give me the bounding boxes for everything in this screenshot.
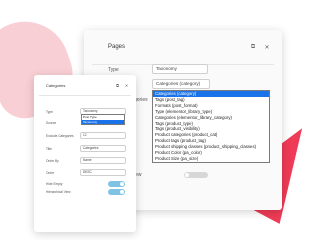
hide-empty-label: Hide Empty bbox=[46, 182, 63, 186]
hierarchical-view-label: Hierarchical View bbox=[46, 190, 71, 194]
exclude-categories-select[interactable]: 12 bbox=[80, 132, 126, 139]
close-icon[interactable]: ✕ bbox=[260, 44, 274, 51]
type-label: Type bbox=[46, 110, 53, 114]
exclude-categories-value: 12 bbox=[83, 133, 87, 137]
source-label: Source bbox=[46, 121, 57, 125]
type-dropdown[interactable]: Post Type Taxonomy bbox=[81, 114, 125, 125]
hierarchical-view-toggle[interactable] bbox=[108, 189, 125, 195]
dropdown-option[interactable]: Product Size (pa_size) bbox=[153, 156, 269, 162]
categories-panel: Categories ⧉ ✕ Type Taxonomy Source Excl… bbox=[34, 75, 136, 232]
taxonomy-dropdown[interactable]: Categories (category) Tags (post_tag) Fo… bbox=[152, 90, 270, 163]
hide-empty-toggle[interactable] bbox=[108, 181, 125, 187]
copy-icon[interactable]: ⧉ bbox=[113, 83, 122, 88]
taxonomy-select-value: Categories (category) bbox=[156, 81, 201, 86]
dropdown-option-taxonomy[interactable]: Taxonomy bbox=[82, 119, 124, 124]
order-by-value: Name bbox=[83, 158, 92, 162]
type-select-value: Taxonomy bbox=[156, 66, 177, 71]
type-select[interactable]: Taxonomy bbox=[152, 64, 208, 74]
close-icon[interactable]: ✕ bbox=[122, 83, 131, 88]
categories-panel-header: Categories ⧉ ✕ bbox=[39, 75, 131, 96]
order-select[interactable]: DESC bbox=[80, 169, 126, 176]
type-label: Type bbox=[108, 67, 119, 73]
title-label: Title bbox=[46, 147, 52, 151]
order-value: DESC bbox=[83, 170, 92, 174]
title-input-value: Categories bbox=[83, 146, 99, 150]
partial-label: gories bbox=[134, 97, 148, 103]
order-by-select[interactable]: Name bbox=[80, 157, 126, 164]
categories-panel-title: Categories bbox=[46, 82, 66, 88]
order-by-label: Order By bbox=[46, 159, 59, 163]
pages-panel-header: Pages ⧉ ✕ bbox=[92, 30, 274, 65]
type-select-value: Taxonomy bbox=[83, 109, 98, 113]
exclude-categories-label: Exclude Categories bbox=[46, 134, 74, 138]
taxonomy-select[interactable]: Categories (category) bbox=[152, 79, 210, 89]
hidden-toggle[interactable] bbox=[184, 172, 208, 178]
title-input[interactable]: Categories bbox=[80, 145, 126, 152]
copy-icon[interactable]: ⧉ bbox=[246, 44, 260, 51]
order-label: Order bbox=[46, 171, 55, 175]
pages-panel-title: Pages bbox=[108, 44, 126, 50]
